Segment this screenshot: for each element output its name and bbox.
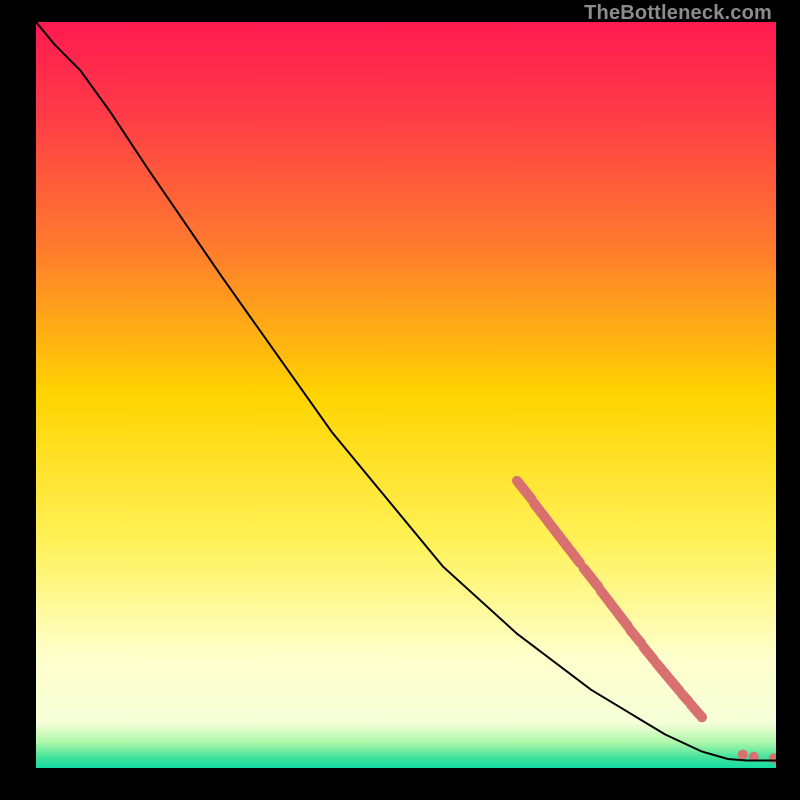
gradient-background: [36, 22, 776, 768]
bottleneck-chart: [36, 22, 776, 768]
marker-segment: [682, 694, 689, 702]
watermark-text: TheBottleneck.com: [584, 2, 772, 25]
marker-point: [738, 750, 748, 760]
chart-frame: [36, 22, 776, 768]
